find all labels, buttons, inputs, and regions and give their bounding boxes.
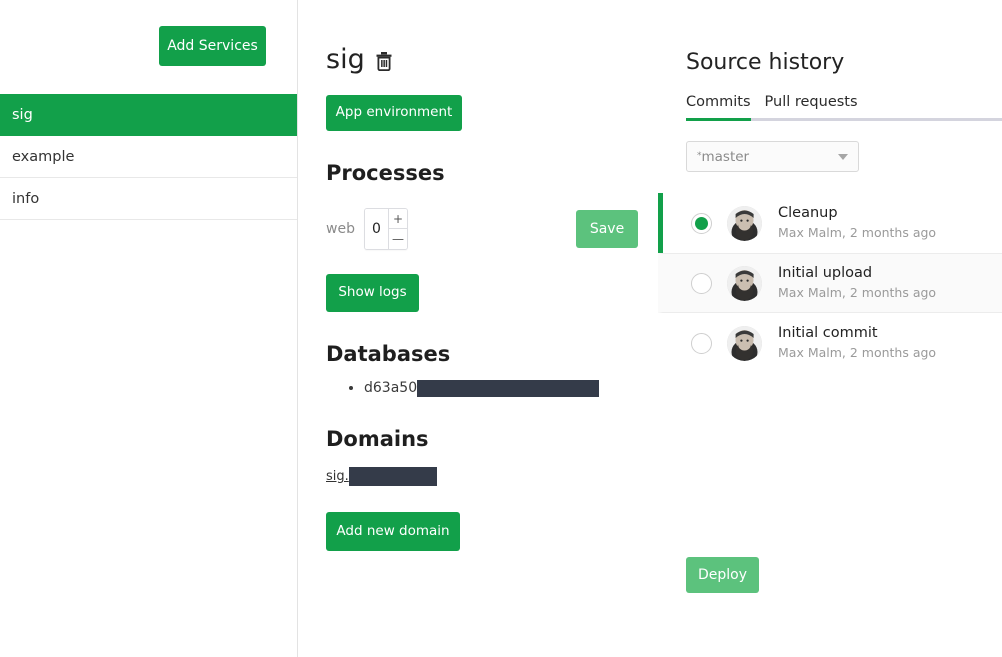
database-name-line: d63a50 <box>364 380 600 397</box>
source-history-tabs: Commits Pull requests <box>686 94 1002 121</box>
add-new-domain-button[interactable]: Add new domain <box>326 512 460 551</box>
chevron-down-icon <box>838 153 848 160</box>
add-services-toolbar: Add Services <box>0 0 297 94</box>
domain-link[interactable]: sig. <box>326 469 349 484</box>
source-history-panel: Source history Commits Pull requests *ma… <box>658 0 1002 657</box>
deploy-toolbar: Deploy <box>686 557 759 593</box>
avatar <box>727 325 762 361</box>
branch-star: * <box>697 150 702 161</box>
sidebar-item-example[interactable]: example <box>0 136 297 178</box>
commit-message: Cleanup <box>778 205 838 222</box>
app-title-row: sig <box>326 0 658 75</box>
branch-select-wrap: *master <box>686 141 859 172</box>
services-sidebar: Add Services sig example info <box>0 0 298 657</box>
deploy-button[interactable]: Deploy <box>686 557 759 593</box>
redaction-bar <box>417 380 600 397</box>
commit-text: Cleanup Max Malm, 2 months ago <box>778 204 936 242</box>
sidebar-item-label: sig <box>12 106 33 123</box>
commit-text: Initial commit Max Malm, 2 months ago <box>778 324 936 362</box>
stepper-buttons: + — <box>388 209 407 249</box>
show-logs-button[interactable]: Show logs <box>326 274 419 312</box>
sidebar-item-label: info <box>12 190 40 207</box>
app-environment-button[interactable]: App environment <box>326 95 462 131</box>
commit-list: Cleanup Max Malm, 2 months ago Initial u… <box>658 193 1002 373</box>
database-list-item: d63a50 <box>364 380 658 397</box>
branch-select[interactable]: *master <box>686 141 859 172</box>
commit-radio[interactable] <box>691 212 712 234</box>
avatar <box>727 205 762 241</box>
sidebar-item-sig[interactable]: sig <box>0 94 297 136</box>
stepper-decrement-button[interactable]: — <box>389 229 407 249</box>
sidebar-item-info[interactable]: info <box>0 178 297 220</box>
save-button[interactable]: Save <box>576 210 638 248</box>
processes-heading: Processes <box>326 161 445 185</box>
branch-select-value: *master <box>697 149 749 165</box>
commit-radio[interactable] <box>691 272 712 294</box>
commit-message: Initial upload <box>778 265 873 282</box>
process-row-web: web 0 + — Save <box>326 207 658 251</box>
commit-row[interactable]: Initial commit Max Malm, 2 months ago <box>658 313 1002 373</box>
database-list: d63a50 <box>326 380 658 397</box>
redaction-bar <box>348 467 437 486</box>
commit-radio[interactable] <box>691 332 712 354</box>
tab-commits[interactable]: Commits <box>686 94 751 121</box>
source-history-inner: Source history Commits Pull requests *ma… <box>658 0 1002 373</box>
stepper-value[interactable]: 0 <box>365 209 388 249</box>
stepper-increment-button[interactable]: + <box>389 209 407 229</box>
commit-row[interactable]: Initial upload Max Malm, 2 months ago <box>658 253 1002 313</box>
domains-heading: Domains <box>326 427 429 451</box>
trash-icon[interactable] <box>375 51 393 71</box>
commit-message: Initial commit <box>778 325 878 342</box>
page-title: sig <box>326 44 365 75</box>
commit-meta: Max Malm, 2 months ago <box>778 285 937 301</box>
service-list: sig example info <box>0 94 297 220</box>
app-detail-panel: sig App environment Processes web 0 + — … <box>298 0 658 657</box>
commit-meta: Max Malm, 2 months ago <box>778 225 937 241</box>
branch-name: master <box>701 148 750 165</box>
source-history-title: Source history <box>686 50 845 75</box>
avatar <box>727 265 762 301</box>
commit-text: Initial upload Max Malm, 2 months ago <box>778 264 936 302</box>
sidebar-item-label: example <box>12 148 75 165</box>
process-name-label: web <box>326 221 355 237</box>
commit-row[interactable]: Cleanup Max Malm, 2 months ago <box>658 193 1002 253</box>
domain-list-item: sig. <box>326 467 658 486</box>
database-name: d63a50 <box>364 380 418 397</box>
add-services-button[interactable]: Add Services <box>159 26 266 66</box>
databases-heading: Databases <box>326 342 451 366</box>
app-root: Add Services sig example info sig App en… <box>0 0 1002 657</box>
commit-meta: Max Malm, 2 months ago <box>778 345 937 361</box>
quantity-stepper[interactable]: 0 + — <box>364 208 408 250</box>
tab-pull-requests[interactable]: Pull requests <box>765 94 858 118</box>
